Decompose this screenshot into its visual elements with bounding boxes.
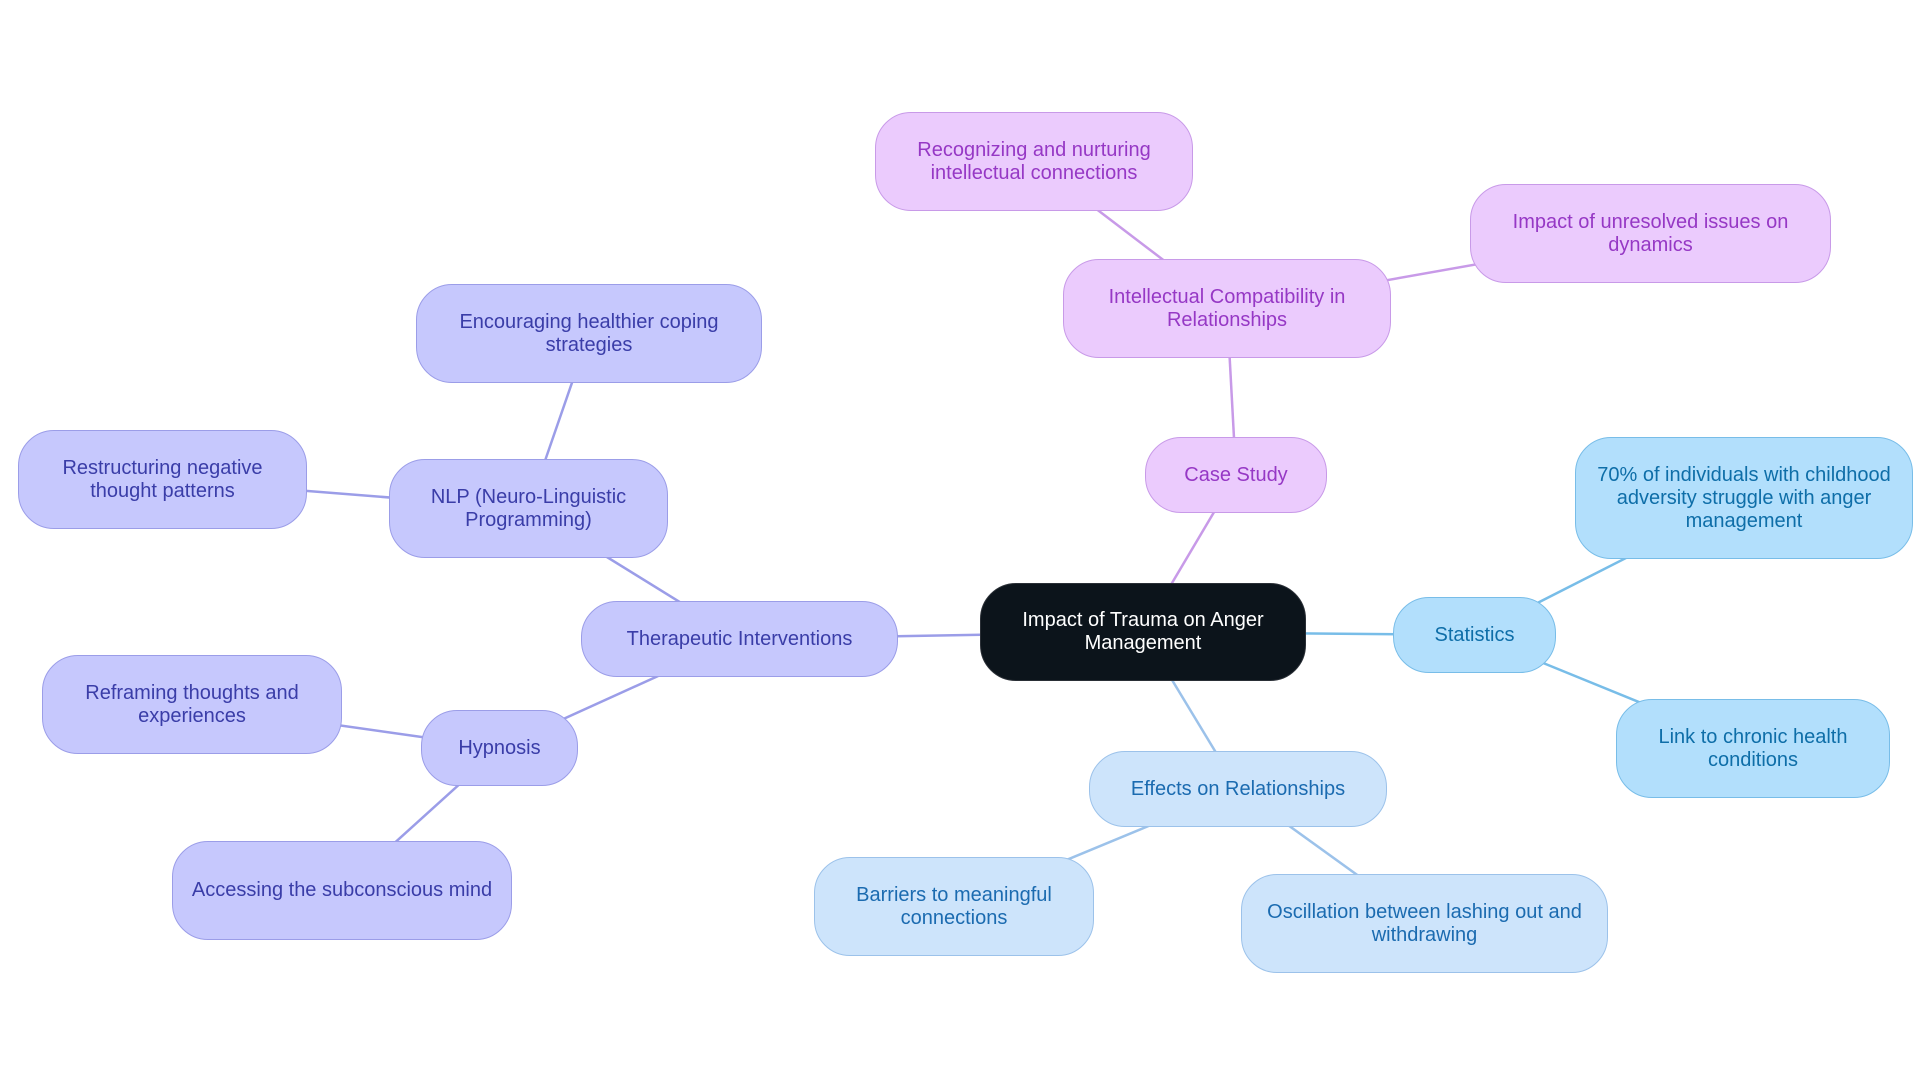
node-case-study[interactable]: Case Study — [1145, 437, 1327, 513]
node-label: Effects on Relationships — [1130, 777, 1346, 800]
node-label: Impact of unresolved issues on dynamics — [1512, 210, 1789, 256]
node-therapeutic-interventions[interactable]: Therapeutic Interventions — [581, 601, 898, 677]
node-label: Hypnosis — [458, 736, 541, 759]
node-label: Link to chronic health conditions — [1658, 725, 1848, 771]
node-label: Recognizing and nurturing intellectual c… — [917, 138, 1151, 184]
node-barriers-to-connections[interactable]: Barriers to meaningful connections — [814, 857, 1094, 956]
node-intellectual-compatibility[interactable]: Intellectual Compatibility in Relationsh… — [1063, 259, 1391, 358]
node-unresolved-issues[interactable]: Impact of unresolved issues on dynamics — [1470, 184, 1831, 283]
node-label: Encouraging healthier coping strategies — [459, 310, 719, 356]
node-seventy-percent-stat[interactable]: 70% of individuals with childhood advers… — [1575, 437, 1913, 559]
node-chronic-health-link[interactable]: Link to chronic health conditions — [1616, 699, 1890, 798]
node-nlp[interactable]: NLP (Neuro-Linguistic Programming) — [389, 459, 668, 558]
node-healthier-coping[interactable]: Encouraging healthier coping strategies — [416, 284, 762, 383]
node-oscillation-lashing-withdrawing[interactable]: Oscillation between lashing out and with… — [1241, 874, 1608, 973]
node-label: Case Study — [1184, 463, 1288, 486]
node-label: 70% of individuals with childhood advers… — [1597, 463, 1891, 532]
node-label: Intellectual Compatibility in Relationsh… — [1108, 285, 1346, 331]
node-restructuring-thoughts[interactable]: Restructuring negative thought patterns — [18, 430, 307, 529]
node-effects-on-relationships[interactable]: Effects on Relationships — [1089, 751, 1387, 827]
mindmap: Impact of Trauma on Anger Management The… — [0, 0, 1920, 1083]
node-label: Accessing the subconscious mind — [191, 879, 493, 901]
node-label: Reframing thoughts and experiences — [85, 681, 299, 727]
node-label: Therapeutic Interventions — [626, 627, 853, 650]
node-label: Statistics — [1434, 623, 1515, 646]
node-recognizing-connections[interactable]: Recognizing and nurturing intellectual c… — [875, 112, 1193, 211]
node-reframing-thoughts[interactable]: Reframing thoughts and experiences — [42, 655, 342, 754]
root-node[interactable]: Impact of Trauma on Anger Management — [980, 583, 1306, 681]
node-statistics[interactable]: Statistics — [1393, 597, 1556, 673]
node-label: NLP (Neuro-Linguistic Programming) — [430, 485, 627, 531]
node-hypnosis[interactable]: Hypnosis — [421, 710, 578, 786]
node-label: Oscillation between lashing out and with… — [1267, 900, 1582, 946]
node-label: Barriers to meaningful connections — [856, 883, 1052, 929]
node-label: Restructuring negative thought patterns — [62, 456, 263, 502]
node-label: Impact of Trauma on Anger Management — [1022, 609, 1264, 654]
node-accessing-subconscious[interactable]: Accessing the subconscious mind — [172, 841, 512, 940]
